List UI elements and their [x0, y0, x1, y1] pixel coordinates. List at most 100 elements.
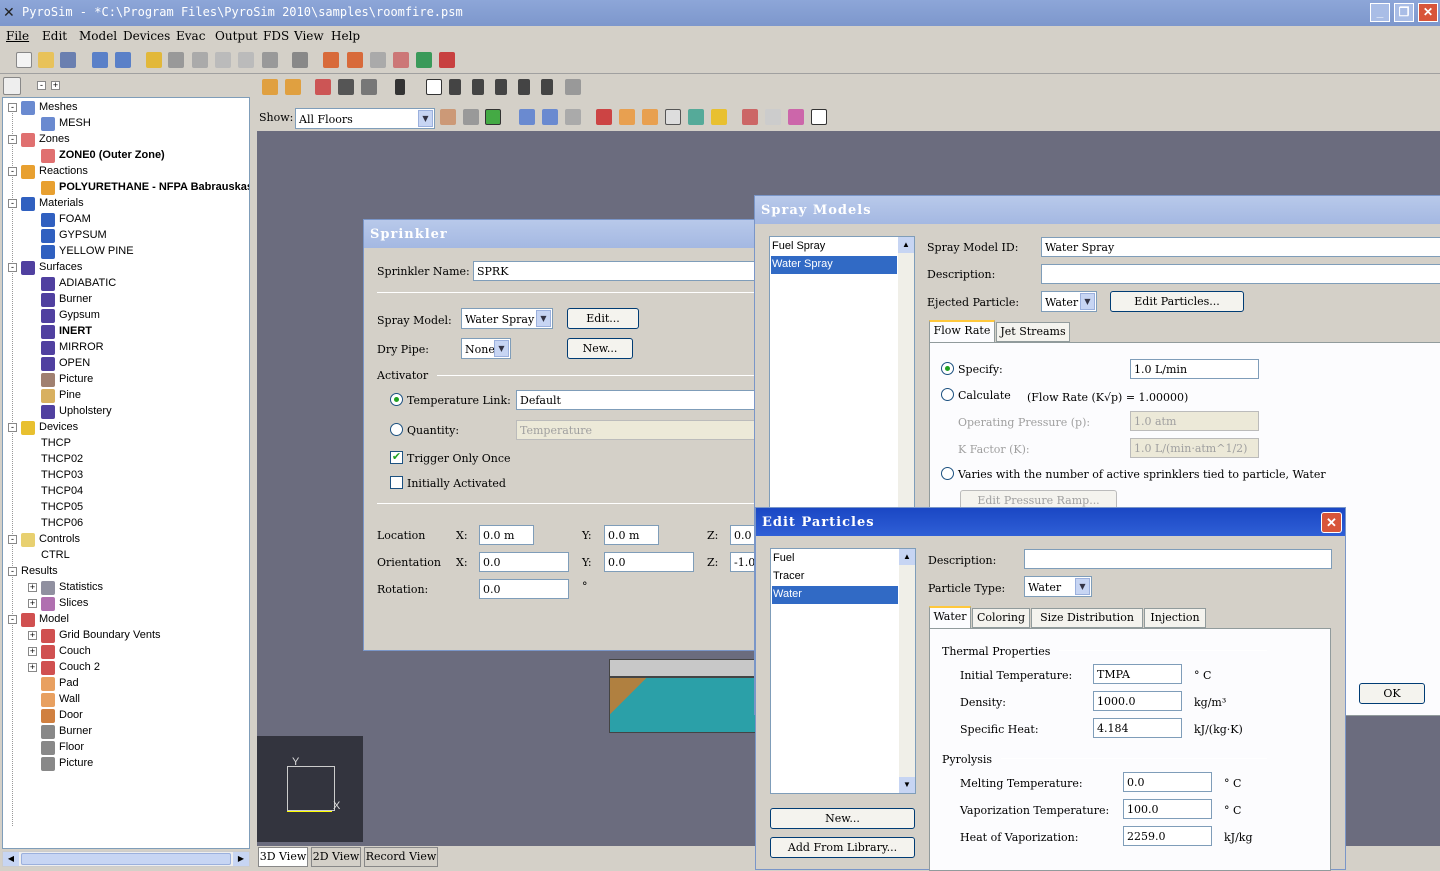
temperature-link-radio[interactable] — [390, 393, 403, 406]
collapse-icon[interactable]: - — [8, 535, 17, 544]
mesh-view3-icon[interactable] — [565, 109, 581, 125]
menu-help[interactable]: Help — [331, 29, 360, 43]
open-folder-icon[interactable] — [38, 52, 54, 68]
close-button[interactable]: ✕ — [1418, 3, 1438, 22]
tab-record-view[interactable]: Record View — [364, 847, 438, 867]
evac-icon[interactable] — [416, 52, 432, 68]
list-item[interactable]: Water Spray — [771, 256, 897, 274]
specify-input[interactable]: 1.0 L/min — [1130, 359, 1259, 379]
particle-tool-icon[interactable] — [688, 109, 704, 125]
collapse-icon[interactable]: - — [8, 567, 17, 576]
expand-icon[interactable]: + — [28, 631, 37, 640]
collapse-icon[interactable]: - — [8, 199, 17, 208]
melting-temperature-input[interactable]: 0.0 — [1123, 772, 1212, 792]
menu-model[interactable]: Model — [79, 29, 117, 43]
tab-flow-rate[interactable]: Flow Rate — [929, 320, 995, 342]
view-front-icon[interactable] — [285, 79, 301, 95]
label-tool-icon[interactable] — [811, 109, 827, 125]
delete-icon[interactable] — [262, 52, 278, 68]
floor-image-icon[interactable] — [485, 109, 501, 125]
add-from-library-button[interactable]: Add From Library... — [770, 837, 915, 858]
collapse-all-icon[interactable]: - — [37, 81, 46, 90]
tab-3d-view[interactable]: 3D View — [258, 847, 308, 867]
menu-fds[interactable]: FDS — [263, 29, 289, 43]
operating-pressure-input[interactable]: 1.0 atm — [1130, 411, 1259, 431]
floor-settings-icon[interactable] — [440, 109, 456, 125]
floor-view-icon[interactable] — [463, 109, 479, 125]
list-item[interactable]: Fuel Spray — [771, 238, 897, 256]
cut-icon[interactable] — [192, 52, 208, 68]
redo-icon[interactable] — [168, 52, 184, 68]
menu-output[interactable]: Output — [215, 29, 258, 43]
orbit-icon[interactable] — [426, 79, 442, 95]
initial-temperature-input[interactable]: TMPA — [1093, 664, 1182, 684]
spray-id-input[interactable]: Water Spray — [1041, 237, 1440, 257]
varies-radio[interactable] — [941, 467, 954, 480]
calculate-radio[interactable] — [941, 388, 954, 401]
menu-evac[interactable]: Evac — [176, 29, 205, 43]
hide-icon[interactable] — [315, 79, 331, 95]
smokeview-icon[interactable] — [347, 52, 363, 68]
particle-type-dropdown[interactable]: Water ▼ — [1024, 576, 1092, 597]
heat-of-vaporization-input[interactable]: 2259.0 — [1123, 826, 1212, 846]
dry-pipe-dropdown[interactable]: None ▼ — [461, 338, 511, 359]
tab-water[interactable]: Water — [929, 606, 971, 628]
spray-edit-button[interactable]: Edit... — [567, 308, 639, 329]
density-input[interactable]: 1000.0 — [1093, 691, 1182, 711]
tab-injection[interactable]: Injection — [1144, 608, 1206, 628]
spray-new-button[interactable]: New... — [567, 338, 633, 359]
menu-view[interactable]: View — [294, 29, 324, 43]
fds-run-icon[interactable] — [323, 52, 339, 68]
tab-coloring[interactable]: Coloring — [972, 608, 1030, 628]
collapse-icon[interactable]: - — [8, 615, 17, 624]
select-icon[interactable] — [395, 79, 405, 95]
path-tool-icon[interactable] — [788, 109, 804, 125]
particle-list-scrollbar[interactable]: ▲ ▼ — [899, 549, 915, 793]
expand-icon[interactable]: + — [28, 663, 37, 672]
export-icon[interactable] — [115, 52, 131, 68]
initially-activated-checkbox[interactable] — [390, 476, 403, 489]
tab-2d-view[interactable]: 2D View — [311, 847, 361, 867]
zoom-box-icon[interactable] — [518, 79, 530, 95]
outline-icon[interactable] — [338, 79, 354, 95]
pan-icon[interactable] — [472, 79, 484, 95]
copy-icon[interactable] — [215, 52, 231, 68]
collapse-icon[interactable]: - — [8, 167, 17, 176]
quantity-input[interactable]: Temperature — [516, 420, 763, 440]
roam-icon[interactable] — [541, 79, 553, 95]
sprinkler-name-input[interactable]: SPRK — [473, 261, 763, 281]
sprinkler-tool-icon[interactable] — [596, 109, 612, 125]
ejected-particle-dropdown[interactable]: Water ▼ — [1041, 291, 1097, 312]
location-x-input[interactable]: 0.0 m — [479, 525, 534, 545]
location-y-input[interactable]: 0.0 m — [604, 525, 659, 545]
specific-heat-input[interactable]: 4.184 — [1093, 718, 1182, 738]
output-icon[interactable] — [370, 52, 386, 68]
list-tool-icon[interactable] — [665, 109, 681, 125]
particle-description-input[interactable] — [1024, 549, 1332, 569]
spray-model-dropdown[interactable]: Water Spray ▼ — [461, 308, 553, 329]
tree-filter-icon[interactable] — [3, 77, 21, 95]
chart-icon[interactable] — [393, 52, 409, 68]
run-icon[interactable] — [292, 52, 308, 68]
spray-ok-button[interactable]: OK — [1359, 683, 1425, 704]
tree-horizontal-scrollbar[interactable]: ◀ ▶ — [2, 851, 250, 867]
menu-devices[interactable]: Devices — [123, 29, 170, 43]
particle-new-button[interactable]: New... — [770, 808, 915, 829]
orientation-x-input[interactable]: 0.0 — [479, 552, 569, 572]
mesh-view-icon[interactable] — [519, 109, 535, 125]
rotation-input[interactable]: 0.0 — [479, 579, 569, 599]
tab-jet-streams[interactable]: Jet Streams — [996, 322, 1070, 342]
mesh-view2-icon[interactable] — [542, 109, 558, 125]
obstruction-tool-icon[interactable] — [619, 109, 635, 125]
show-floors-dropdown[interactable]: All Floors ▼ — [295, 108, 435, 129]
collapse-icon[interactable]: - — [8, 135, 17, 144]
fire-icon[interactable] — [439, 52, 455, 68]
close-icon[interactable]: ✕ — [1321, 512, 1342, 533]
undo-icon[interactable] — [146, 52, 162, 68]
maximize-button[interactable]: ❐ — [1394, 3, 1414, 22]
expand-icon[interactable]: + — [28, 599, 37, 608]
expand-icon[interactable]: + — [28, 647, 37, 656]
save-icon[interactable] — [60, 52, 76, 68]
menu-edit[interactable]: Edit — [42, 29, 67, 43]
quantity-radio[interactable] — [390, 423, 403, 436]
